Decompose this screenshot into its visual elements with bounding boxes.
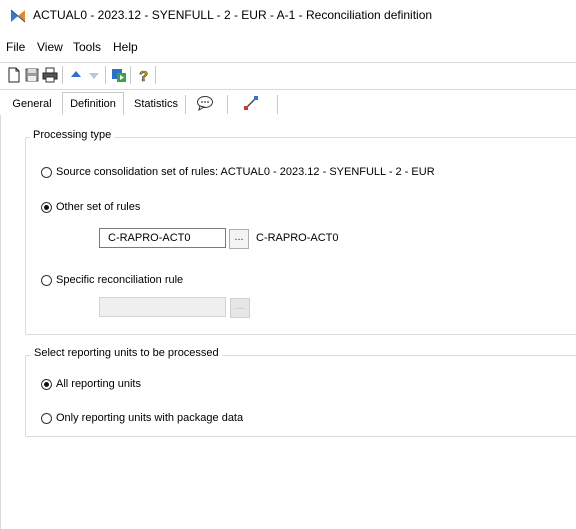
menu-tools[interactable]: Tools — [73, 40, 101, 54]
other-rules-label: Other set of rules — [56, 201, 141, 213]
source-rules-option[interactable]: Source consolidation set of rules: ACTUA… — [41, 164, 435, 180]
all-units-radio[interactable] — [41, 378, 52, 390]
other-rules-browse-button[interactable]: ... — [229, 229, 249, 249]
reporting-units-legend: Select reporting units to be processed — [31, 347, 222, 359]
specific-rule-option[interactable]: Specific reconciliation rule — [41, 272, 183, 288]
svg-text:?: ? — [139, 68, 148, 84]
toolbar-separator — [62, 66, 63, 84]
tab-comments[interactable] — [183, 95, 228, 114]
all-units-label: All reporting units — [56, 378, 141, 390]
other-rules-option[interactable]: Other set of rules — [41, 199, 140, 215]
source-rules-label: Source consolidation set of rules: ACTUA… — [56, 166, 435, 178]
window-title: ACTUAL0 - 2023.12 - SYENFULL - 2 - EUR -… — [33, 8, 433, 22]
reconciliation-app-icon — [10, 8, 26, 24]
tab-general[interactable]: General — [0, 95, 65, 114]
package-units-label: Only reporting units with package data — [56, 412, 244, 424]
other-rules-description: C-RAPRO-ACT0 — [256, 232, 339, 244]
tab-links[interactable] — [225, 95, 278, 114]
specific-rule-label: Specific reconciliation rule — [56, 274, 184, 286]
toolbar-separator — [105, 66, 106, 84]
menu-view[interactable]: View — [37, 40, 63, 54]
package-units-option[interactable]: Only reporting units with package data — [41, 410, 243, 426]
run-icon[interactable] — [110, 66, 128, 84]
toolbar-separator — [130, 66, 131, 84]
save-icon[interactable] — [23, 66, 41, 84]
menu-file[interactable]: File — [6, 40, 25, 54]
source-rules-radio[interactable] — [41, 166, 52, 178]
down-arrow-icon[interactable] — [85, 66, 103, 84]
help-icon[interactable]: ? — [134, 66, 152, 86]
new-icon[interactable] — [5, 66, 23, 84]
specific-rule-browse-button[interactable]: ... — [230, 298, 250, 318]
other-rules-radio[interactable] — [41, 201, 52, 213]
specific-rule-radio[interactable] — [41, 274, 52, 286]
menu-help[interactable]: Help — [113, 40, 138, 54]
package-units-radio[interactable] — [41, 412, 52, 424]
processing-type-legend: Processing type — [30, 129, 115, 141]
print-icon[interactable] — [41, 66, 59, 84]
other-rules-input[interactable]: C-RAPRO-ACT0 — [99, 228, 226, 248]
up-arrow-icon[interactable] — [67, 66, 85, 84]
specific-rule-input[interactable] — [99, 297, 226, 317]
tab-definition[interactable]: Definition — [62, 92, 124, 115]
all-units-option[interactable]: All reporting units — [41, 376, 141, 392]
toolbar-separator — [155, 66, 156, 84]
tab-statistics[interactable]: Statistics — [127, 95, 186, 114]
